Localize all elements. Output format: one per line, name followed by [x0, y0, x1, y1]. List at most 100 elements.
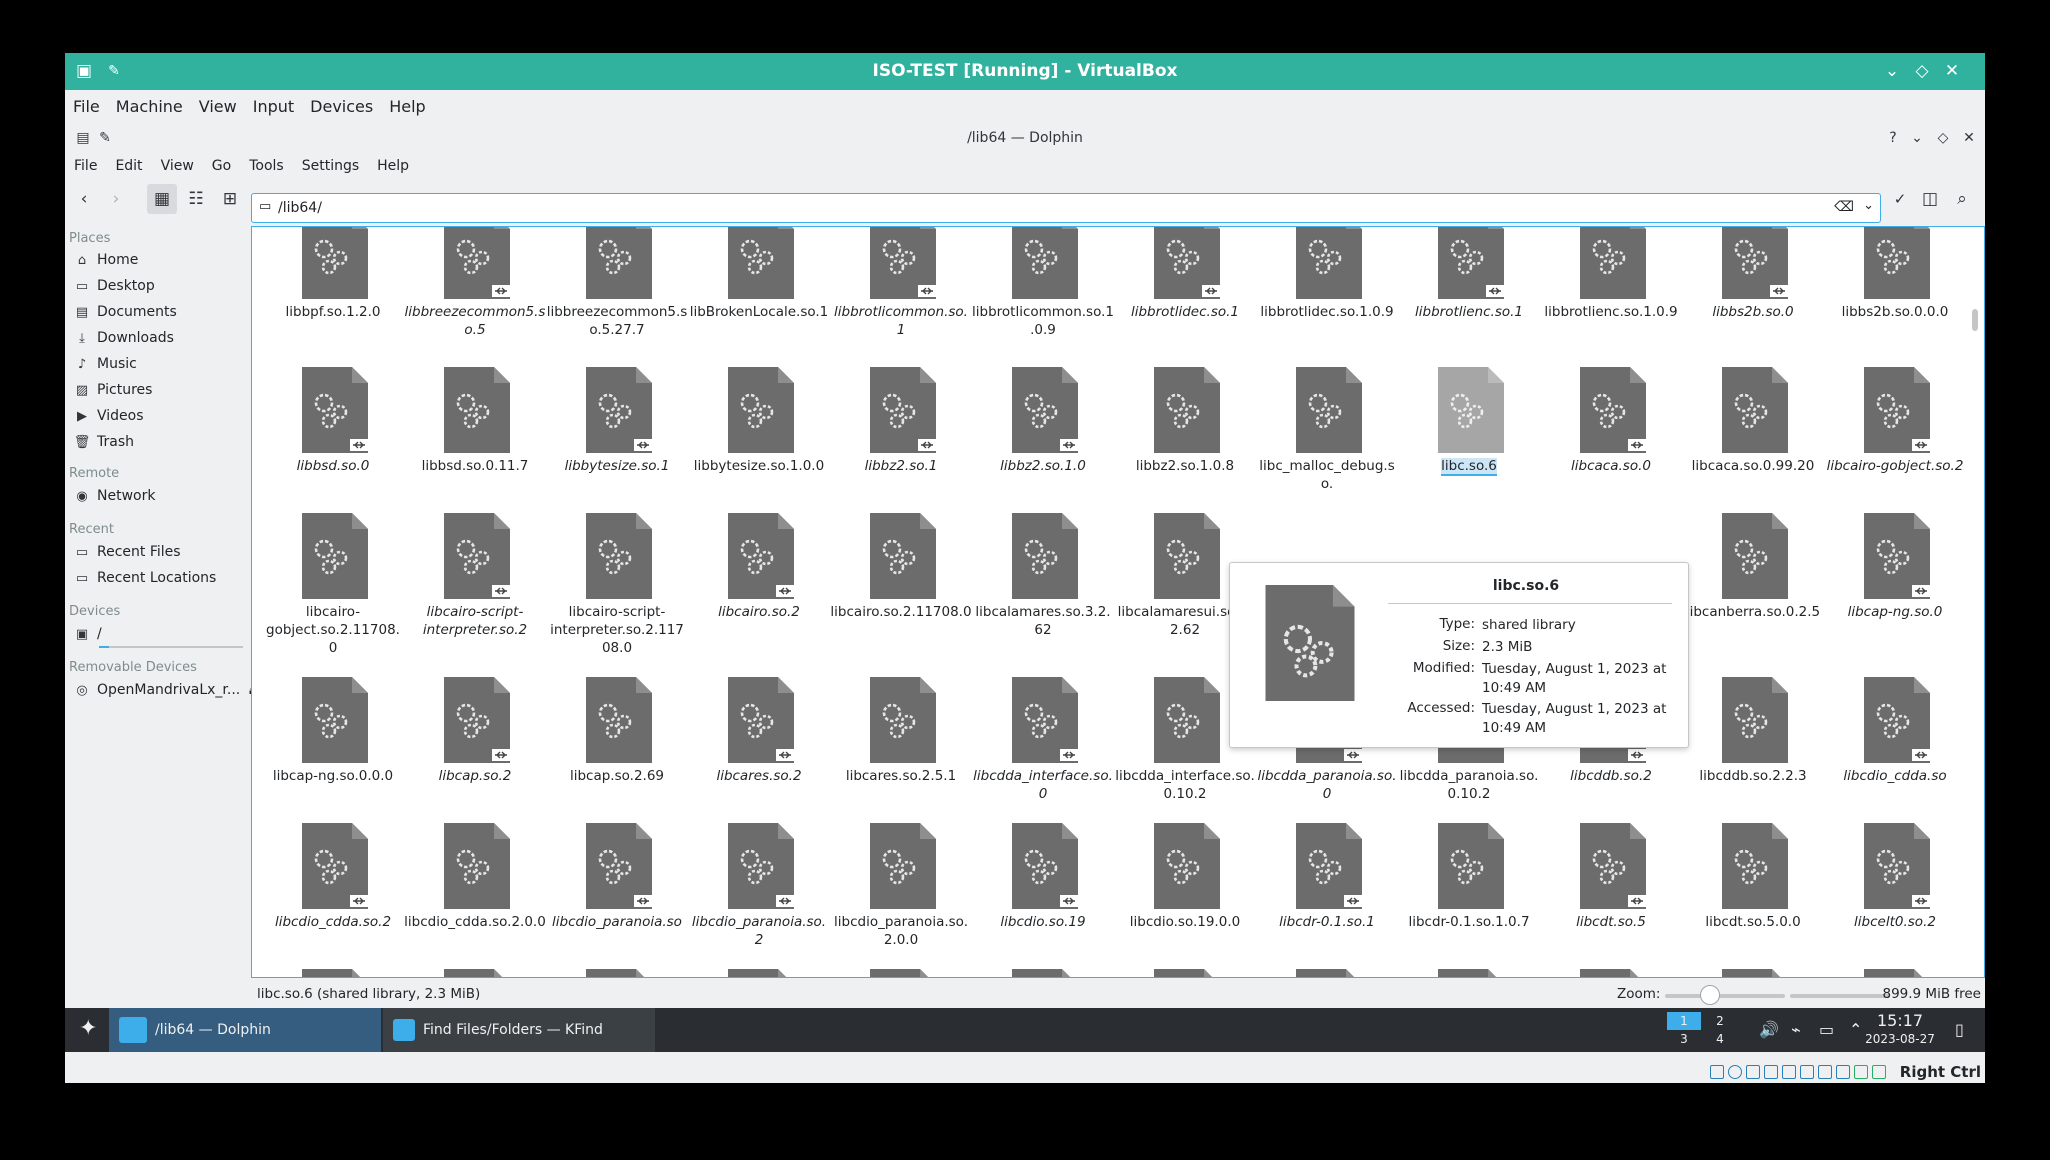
menu-edit[interactable]: Edit	[106, 152, 151, 180]
place-home[interactable]: ⌂ Home	[73, 248, 138, 272]
clock[interactable]: 15:17 2023-08-27	[1865, 1012, 1935, 1048]
minimize-icon[interactable]: ⌄	[1877, 53, 1907, 90]
device-root[interactable]: ▣ /	[73, 622, 102, 646]
shared-library-icon[interactable]	[1012, 969, 1078, 977]
menu-view[interactable]: View	[152, 152, 203, 180]
shared-library-icon	[302, 367, 368, 453]
compact-view-icon[interactable]: ☷	[181, 184, 211, 214]
network-adapter-icon[interactable]	[1764, 1065, 1778, 1079]
place-desktop[interactable]: ▭ Desktop	[73, 274, 155, 298]
place-recent-files[interactable]: ▭ Recent Files	[73, 540, 181, 564]
place-music[interactable]: ♪ Music	[73, 352, 137, 376]
shared-library-icon	[870, 367, 936, 453]
place-network[interactable]: ◉ Network	[73, 484, 155, 508]
file-view[interactable]: libbpf.so.1.2.0 libbreezecommon5.so.5 libb…	[251, 226, 1985, 978]
icons-view-icon[interactable]: ▦	[147, 184, 177, 214]
shared-library-icon[interactable]	[1438, 969, 1504, 977]
free-space: 899.9 MiB free	[1882, 986, 1981, 1002]
task-dolphin[interactable]: /lib64 — Dolphin	[109, 1008, 381, 1052]
clear-icon[interactable]: ⌫	[1834, 199, 1854, 215]
shared-library-icon[interactable]	[586, 969, 652, 977]
close-icon[interactable]: ✕	[1957, 124, 1981, 152]
place-downloads[interactable]: ⤓ Downloads	[73, 326, 174, 350]
app-launcher-icon[interactable]: ✦	[79, 1016, 97, 1041]
vbox-menu-devices[interactable]: Devices	[302, 90, 381, 124]
desktop-1[interactable]: 1	[1667, 1012, 1701, 1030]
split-view-icon[interactable]: ◫	[1915, 184, 1945, 214]
shared-library-icon	[1154, 513, 1220, 599]
usb-icon[interactable]: ⌁	[1791, 1020, 1801, 1039]
file-name: libbpf.so.1.2.0	[285, 304, 381, 320]
menu-settings[interactable]: Settings	[293, 152, 368, 180]
maximize-icon[interactable]: ◇	[1907, 53, 1937, 90]
shared-library-icon[interactable]	[1296, 969, 1362, 977]
vbox-menu-machine[interactable]: Machine	[108, 90, 191, 124]
back-icon[interactable]: ‹	[69, 184, 99, 214]
zoom-slider-handle[interactable]	[1700, 985, 1720, 1005]
tooltip-divider	[1388, 603, 1672, 604]
usb-device-icon[interactable]	[1782, 1065, 1796, 1079]
file-name: libcap-ng.so.0	[1847, 604, 1943, 620]
cpu-icon[interactable]	[1854, 1065, 1868, 1079]
shared-library-icon[interactable]	[1154, 969, 1220, 977]
minimize-icon[interactable]: ⌄	[1905, 124, 1929, 152]
location-bar[interactable]: ▭ /lib64/ ⌫ ⌄	[251, 193, 1881, 223]
shared-library-icon[interactable]	[302, 969, 368, 977]
tooltip-accessed-label: Accessed:	[1407, 700, 1475, 716]
optical-disc-icon: ◎	[76, 683, 88, 698]
chevron-down-icon[interactable]: ⌄	[1863, 198, 1874, 213]
recording-icon[interactable]	[1836, 1065, 1850, 1079]
checkmark-icon[interactable]: ✓	[1885, 184, 1915, 214]
location-text[interactable]: /lib64/	[278, 200, 322, 216]
menu-help[interactable]: Help	[368, 152, 418, 180]
vbox-menu-file[interactable]: File	[65, 90, 108, 124]
vbox-menu-help[interactable]: Help	[381, 90, 433, 124]
place-documents[interactable]: ▤ Documents	[73, 300, 177, 324]
menu-go[interactable]: Go	[203, 152, 240, 180]
desktop-3[interactable]: 3	[1667, 1030, 1701, 1048]
place-pictures[interactable]: ▨ Pictures	[73, 378, 153, 402]
help-icon[interactable]: ?	[1881, 124, 1905, 152]
clipboard-icon[interactable]: ▯	[1955, 1020, 1964, 1039]
vbox-menu-view[interactable]: View	[191, 90, 245, 124]
shared-library-icon[interactable]	[1864, 969, 1930, 977]
file-name: libcddb.so.2	[1570, 768, 1652, 784]
hdd-icon[interactable]	[1710, 1065, 1724, 1079]
mouse-integration-icon[interactable]	[1872, 1065, 1886, 1079]
display-icon[interactable]	[1818, 1065, 1832, 1079]
chevron-up-icon[interactable]: ⌃	[1849, 1020, 1862, 1039]
search-icon[interactable]: ⌕	[1947, 184, 1977, 214]
audio-icon[interactable]	[1746, 1065, 1760, 1079]
file-name: libcdda_paranoia.so.0	[1257, 768, 1397, 802]
zoom-slider[interactable]	[1665, 994, 1785, 998]
desktop-2[interactable]: 2	[1703, 1012, 1737, 1030]
file-name: libcdt.so.5	[1576, 914, 1646, 930]
place-recent-locations[interactable]: ▭ Recent Locations	[73, 566, 217, 590]
file-name: libcdio_paranoia.so	[552, 914, 682, 930]
menu-file[interactable]: File	[65, 152, 106, 180]
forward-icon[interactable]: ›	[101, 184, 131, 214]
task-kfind[interactable]: Find Files/Folders — KFind	[383, 1008, 655, 1052]
shared-library-icon	[444, 513, 510, 599]
network-icon[interactable]: ▭	[1819, 1020, 1834, 1039]
shared-library-icon[interactable]	[1580, 969, 1646, 977]
place-trash[interactable]: 🗑 Trash	[73, 430, 134, 454]
scrollbar-handle[interactable]	[1972, 309, 1978, 331]
shared-library-icon[interactable]	[728, 969, 794, 977]
menu-tools[interactable]: Tools	[240, 152, 293, 180]
desktop-4[interactable]: 4	[1703, 1030, 1737, 1048]
place-videos[interactable]: ▶ Videos	[73, 404, 144, 428]
device-optical[interactable]: ◎OpenMandrivaLx_r...⏏	[73, 678, 261, 702]
optical-drive-icon[interactable]	[1728, 1065, 1742, 1079]
maximize-icon[interactable]: ◇	[1931, 124, 1955, 152]
shared-library-icon	[1864, 367, 1930, 453]
volume-icon[interactable]: 🔊	[1759, 1020, 1779, 1039]
shared-library-icon[interactable]	[444, 969, 510, 977]
shared-library-icon[interactable]	[870, 969, 936, 977]
shared-folder-icon[interactable]	[1800, 1065, 1814, 1079]
shared-library-icon	[1012, 677, 1078, 763]
close-icon[interactable]: ✕	[1937, 53, 1967, 90]
shared-library-icon[interactable]	[1722, 969, 1788, 977]
vbox-menu-input[interactable]: Input	[245, 90, 302, 124]
details-view-icon[interactable]: ⊞	[215, 184, 245, 214]
